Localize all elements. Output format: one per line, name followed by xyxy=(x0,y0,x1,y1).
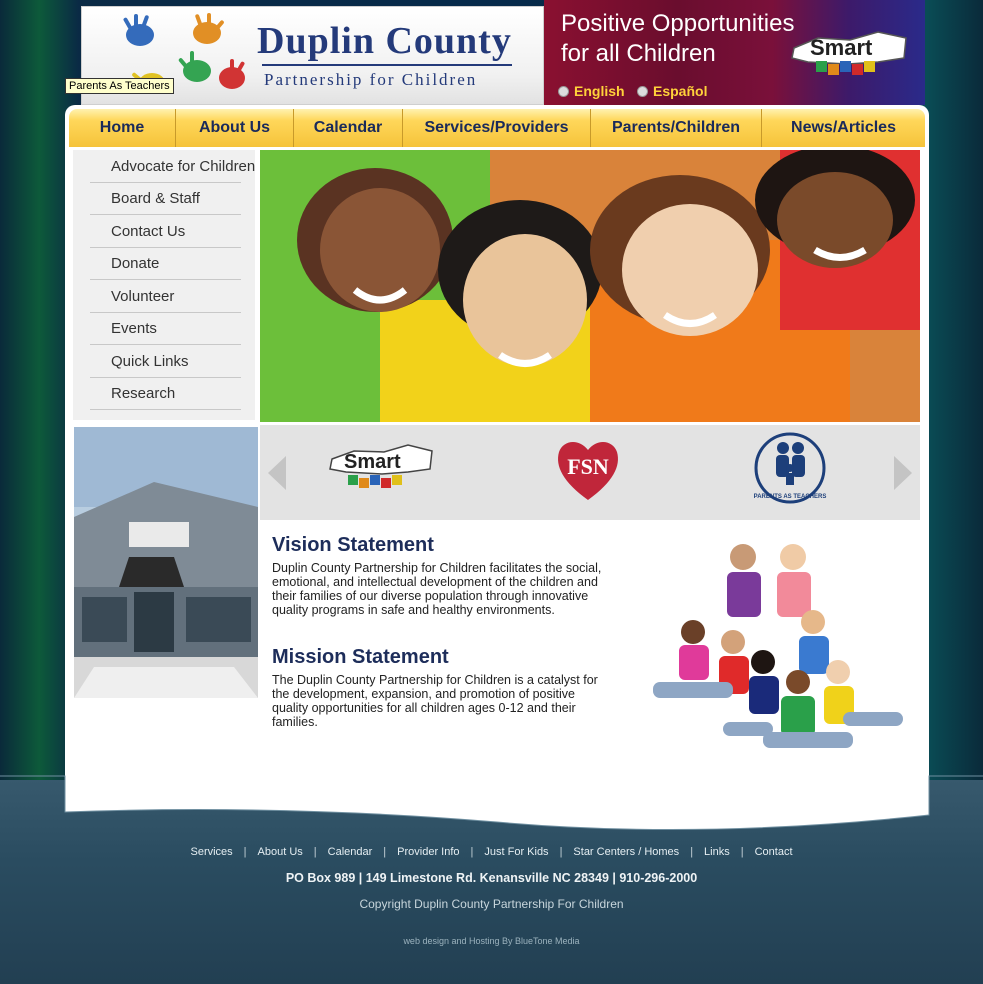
header-banner: Positive Opportunities for all Children … xyxy=(544,0,925,105)
nav-home[interactable]: Home xyxy=(69,109,176,147)
logo-subtitle: Partnership for Children xyxy=(264,70,478,89)
partner-logo-smart-start-text: Smart xyxy=(344,451,401,473)
sidebar-item-advocate[interactable]: Advocate for Children xyxy=(90,151,255,183)
sidebar-item-quick-links[interactable]: Quick Links xyxy=(90,346,241,378)
logo-divider xyxy=(262,64,512,66)
footer-links: Services | About Us | Calendar | Provider I… xyxy=(190,846,793,858)
sidebar-item-research[interactable]: Research xyxy=(90,378,241,410)
lang-english-label: English xyxy=(574,83,625,99)
sidebar-item-contact[interactable]: Contact Us xyxy=(90,216,241,248)
footer-link-just-for-kids[interactable]: Just For Kids xyxy=(484,846,548,858)
sidebar-item-board[interactable]: Board & Staff xyxy=(90,183,241,215)
content-panel: Advocate for Children Board & Staff Cont… xyxy=(65,147,929,812)
nav-about-us[interactable]: About Us xyxy=(176,109,294,147)
sidebar-item-volunteer[interactable]: Volunteer xyxy=(90,281,241,313)
carousel-next-icon[interactable] xyxy=(894,456,912,490)
footer-link-contact[interactable]: Contact xyxy=(755,846,793,858)
radio-spanish[interactable] xyxy=(637,85,648,97)
footer-link-star-centers[interactable]: Star Centers / Homes xyxy=(573,846,679,858)
smart-start-logo[interactable]: Smart xyxy=(788,28,910,84)
smart-start-text: Smart xyxy=(810,35,873,60)
hero-children-photo xyxy=(260,150,920,422)
partner-logo-smart-start[interactable]: Smart xyxy=(328,443,436,495)
logo-title: Duplin County xyxy=(257,20,512,62)
nav-calendar[interactable]: Calendar xyxy=(294,109,403,147)
footer-credit[interactable]: web design and Hosting By BlueTone Media xyxy=(0,936,983,946)
footer-link-about-us[interactable]: About Us xyxy=(258,846,303,858)
radio-english[interactable] xyxy=(558,85,569,97)
lang-spanish[interactable]: Español xyxy=(637,83,707,99)
sidebar-menu: Advocate for Children Board & Staff Cont… xyxy=(73,150,255,420)
nav-parents-children[interactable]: Parents/Children xyxy=(591,109,762,147)
footer-copyright: Copyright Duplin County Partnership For … xyxy=(359,897,624,911)
footer-address: PO Box 989 | 149 Limestone Rd. Kenansvil… xyxy=(285,871,698,885)
partner-carousel: Smart FSN PARENTS AS TEACHERS xyxy=(260,425,920,520)
partner-logo-fsn-text: FSN xyxy=(567,454,609,479)
vision-heading: Vision Statement xyxy=(272,534,434,556)
carousel-prev-icon[interactable] xyxy=(268,456,286,490)
tooltip: Parents As Teachers xyxy=(65,78,174,94)
lang-spanish-label: Español xyxy=(653,83,708,99)
tagline: Positive Opportunities for all Children xyxy=(561,9,794,69)
partner-logo-pat-text: PARENTS AS TEACHERS xyxy=(754,494,827,500)
sidebar-item-events[interactable]: Events xyxy=(90,313,241,345)
tagline-line2: for all Children xyxy=(561,40,716,67)
tagline-line1: Positive Opportunities xyxy=(561,10,795,37)
content-wave-bottom xyxy=(0,770,983,831)
office-building-photo xyxy=(74,427,258,698)
nav-services-providers[interactable]: Services/Providers xyxy=(403,109,591,147)
mission-text: The Duplin County Partnership for Childr… xyxy=(272,673,598,729)
nav-news-articles[interactable]: News/Articles xyxy=(762,109,925,147)
footer-link-services[interactable]: Services xyxy=(190,846,232,858)
page: Duplin County Partnership for Children P… xyxy=(0,0,983,984)
sidebar-item-donate[interactable]: Donate xyxy=(90,248,241,280)
partner-logo-parents-as-teachers[interactable]: PARENTS AS TEACHERS xyxy=(752,430,828,510)
main-nav: Home About Us Calendar Services/Provider… xyxy=(69,109,925,147)
partner-logo-fsn[interactable]: FSN xyxy=(553,434,623,504)
footer-link-links[interactable]: Links xyxy=(704,846,730,858)
vision-text: Duplin County Partnership for Children f… xyxy=(272,561,602,617)
lang-english[interactable]: English xyxy=(558,83,625,99)
footer-link-calendar[interactable]: Calendar xyxy=(328,846,373,858)
main-nav-wrap: Home About Us Calendar Services/Provider… xyxy=(65,105,929,149)
mission-heading: Mission Statement xyxy=(272,646,449,668)
footer-link-provider-info[interactable]: Provider Info xyxy=(397,846,459,858)
